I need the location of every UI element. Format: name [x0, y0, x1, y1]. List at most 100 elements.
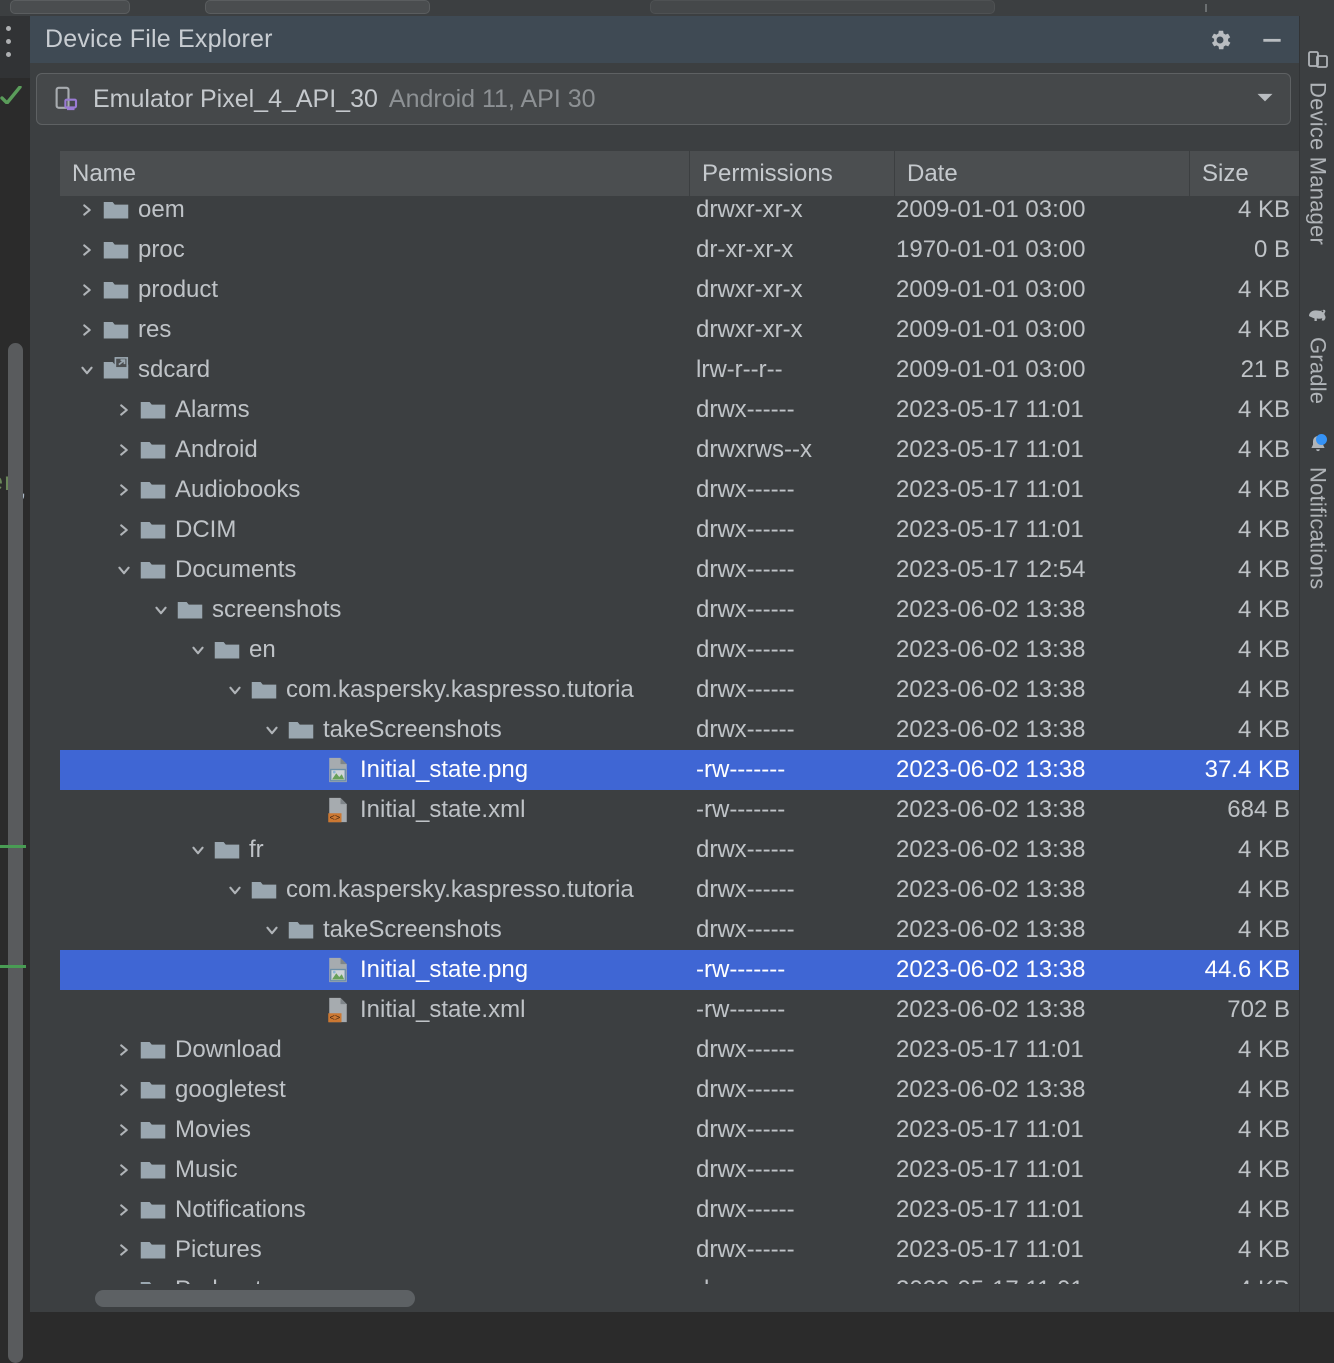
- table-row[interactable]: oem drwxr-xr-x 2009-01-01 03:00 4 KB: [60, 196, 1299, 230]
- column-header-permissions[interactable]: Permissions: [690, 151, 895, 196]
- table-row[interactable]: screenshots drwx------ 2023-06-02 13:38 …: [60, 590, 1299, 630]
- table-row[interactable]: Initial_state.png -rw------- 2023-06-02 …: [60, 950, 1299, 990]
- editor-scrollbar-thumb[interactable]: [8, 343, 23, 1363]
- table-row[interactable]: en drwx------ 2023-06-02 13:38 4 KB: [60, 630, 1299, 670]
- table-row[interactable]: fr drwx------ 2023-06-02 13:38 4 KB: [60, 830, 1299, 870]
- file-name-label: Pictures: [175, 1236, 262, 1264]
- editor-strip: en ,: [0, 78, 30, 1312]
- folder-icon: [137, 1155, 169, 1185]
- device-dropdown[interactable]: Emulator Pixel_4_API_30 Android 11, API …: [36, 73, 1291, 125]
- folder-icon: [285, 715, 317, 745]
- image-file-icon: [322, 755, 354, 785]
- table-row[interactable]: googletest drwx------ 2023-06-02 13:38 4…: [60, 1070, 1299, 1110]
- chevron-right-icon[interactable]: [111, 439, 137, 461]
- device-details-label: Android 11, API 30: [389, 85, 596, 114]
- chevron-down-icon[interactable]: [222, 879, 248, 901]
- cell-permissions: drwx------: [696, 710, 896, 750]
- cell-date: 2023-06-02 13:38: [896, 990, 1186, 1030]
- tool-tab-device-manager[interactable]: Device Manager: [1300, 46, 1334, 245]
- chevron-right-icon[interactable]: [111, 1199, 137, 1221]
- table-row[interactable]: Notifications drwx------ 2023-05-17 11:0…: [60, 1190, 1299, 1230]
- cell-permissions: drwx------: [696, 870, 896, 910]
- chevron-down-icon[interactable]: [185, 639, 211, 661]
- horizontal-scrollbar-track[interactable]: [60, 1284, 1299, 1312]
- chevron-right-icon[interactable]: [74, 199, 100, 221]
- chevron-down-icon[interactable]: [111, 559, 137, 581]
- chevron-down-icon[interactable]: [148, 599, 174, 621]
- table-row[interactable]: <> Initial_state.xml -rw------- 2023-06-…: [60, 990, 1299, 1030]
- chevron-right-icon[interactable]: [111, 1079, 137, 1101]
- table-row[interactable]: Documents drwx------ 2023-05-17 12:54 4 …: [60, 550, 1299, 590]
- chevron-down-icon[interactable]: [1250, 82, 1280, 117]
- chevron-down-icon[interactable]: [185, 839, 211, 861]
- cell-name: Android: [60, 430, 691, 470]
- cell-size: 4 KB: [1186, 830, 1294, 870]
- cell-permissions: drwxr-xr-x: [696, 270, 896, 310]
- file-name-label: com.kaspersky.kaspresso.tutoria: [286, 676, 634, 704]
- table-row[interactable]: Initial_state.png -rw------- 2023-06-02 …: [60, 750, 1299, 790]
- minimize-icon[interactable]: [1259, 27, 1285, 53]
- chevron-right-icon[interactable]: [111, 519, 137, 541]
- cell-size: 4 KB: [1186, 590, 1294, 630]
- column-header-name[interactable]: Name: [60, 151, 690, 196]
- table-row[interactable]: Alarms drwx------ 2023-05-17 11:01 4 KB: [60, 390, 1299, 430]
- chevron-right-icon[interactable]: [74, 319, 100, 341]
- file-table-header: Name Permissions Date Size: [60, 151, 1299, 196]
- table-row[interactable]: DCIM drwx------ 2023-05-17 11:01 4 KB: [60, 510, 1299, 550]
- chevron-down-icon[interactable]: [74, 359, 100, 381]
- table-row[interactable]: Pictures drwx------ 2023-05-17 11:01 4 K…: [60, 1230, 1299, 1270]
- cell-name: Alarms: [60, 390, 691, 430]
- file-tree-table[interactable]: oem drwxr-xr-x 2009-01-01 03:00 4 KB pro…: [60, 196, 1299, 1300]
- gear-icon[interactable]: [1207, 27, 1233, 53]
- cell-date: 2023-05-17 11:01: [896, 1150, 1186, 1190]
- cell-permissions: drwx------: [696, 670, 896, 710]
- column-header-size[interactable]: Size: [1190, 151, 1299, 196]
- more-options-vertical-icon[interactable]: [6, 26, 11, 57]
- tool-tab-gradle[interactable]: Gradle: [1300, 301, 1334, 404]
- table-row[interactable]: takeScreenshots drwx------ 2023-06-02 13…: [60, 710, 1299, 750]
- toolbar-chip-left[interactable]: [10, 0, 130, 14]
- table-row[interactable]: com.kaspersky.kaspresso.tutoria drwx----…: [60, 870, 1299, 910]
- chevron-right-icon[interactable]: [111, 479, 137, 501]
- cell-name: en: [60, 630, 691, 670]
- cell-date: 2023-06-02 13:38: [896, 790, 1186, 830]
- table-row[interactable]: Android drwxrws--x 2023-05-17 11:01 4 KB: [60, 430, 1299, 470]
- toolbar-chip-search[interactable]: [650, 0, 995, 14]
- xml-file-icon: <>: [322, 995, 354, 1025]
- chevron-right-icon[interactable]: [111, 1159, 137, 1181]
- bell-icon: [1306, 433, 1330, 462]
- table-row[interactable]: Audiobooks drwx------ 2023-05-17 11:01 4…: [60, 470, 1299, 510]
- chevron-right-icon[interactable]: [111, 1039, 137, 1061]
- table-row[interactable]: takeScreenshots drwx------ 2023-06-02 13…: [60, 910, 1299, 950]
- table-row[interactable]: Movies drwx------ 2023-05-17 11:01 4 KB: [60, 1110, 1299, 1150]
- chevron-right-icon[interactable]: [111, 399, 137, 421]
- chevron-down-icon[interactable]: [259, 719, 285, 741]
- xml-file-icon: <>: [322, 795, 354, 825]
- cell-date: 2023-06-02 13:38: [896, 870, 1186, 910]
- chevron-down-icon[interactable]: [222, 679, 248, 701]
- chevron-right-icon[interactable]: [111, 1119, 137, 1141]
- table-row[interactable]: res drwxr-xr-x 2009-01-01 03:00 4 KB: [60, 310, 1299, 350]
- cell-permissions: drwxr-xr-x: [696, 310, 896, 350]
- chevron-right-icon[interactable]: [74, 279, 100, 301]
- cell-date: 2023-06-02 13:38: [896, 590, 1186, 630]
- horizontal-scrollbar-thumb[interactable]: [95, 1290, 415, 1307]
- cell-size: 4 KB: [1186, 470, 1294, 510]
- table-row[interactable]: product drwxr-xr-x 2009-01-01 03:00 4 KB: [60, 270, 1299, 310]
- table-row[interactable]: sdcard lrw-r--r-- 2009-01-01 03:00 21 B: [60, 350, 1299, 390]
- tool-tab-notifications[interactable]: Notifications: [1300, 431, 1334, 589]
- table-row[interactable]: Music drwx------ 2023-05-17 11:01 4 KB: [60, 1150, 1299, 1190]
- chevron-right-icon[interactable]: [74, 239, 100, 261]
- table-row[interactable]: proc dr-xr-xr-x 1970-01-01 03:00 0 B: [60, 230, 1299, 270]
- chevron-down-icon[interactable]: [259, 919, 285, 941]
- column-header-date[interactable]: Date: [895, 151, 1190, 196]
- cell-name: googletest: [60, 1070, 691, 1110]
- chevron-right-icon[interactable]: [111, 1239, 137, 1261]
- cell-name: DCIM: [60, 510, 691, 550]
- table-row[interactable]: <> Initial_state.xml -rw------- 2023-06-…: [60, 790, 1299, 830]
- table-row[interactable]: com.kaspersky.kaspresso.tutoria drwx----…: [60, 670, 1299, 710]
- table-row[interactable]: Download drwx------ 2023-05-17 11:01 4 K…: [60, 1030, 1299, 1070]
- toolbar-chip-run-config[interactable]: [205, 0, 430, 14]
- file-name-label: Movies: [175, 1116, 251, 1144]
- cell-date: 2023-06-02 13:38: [896, 910, 1186, 950]
